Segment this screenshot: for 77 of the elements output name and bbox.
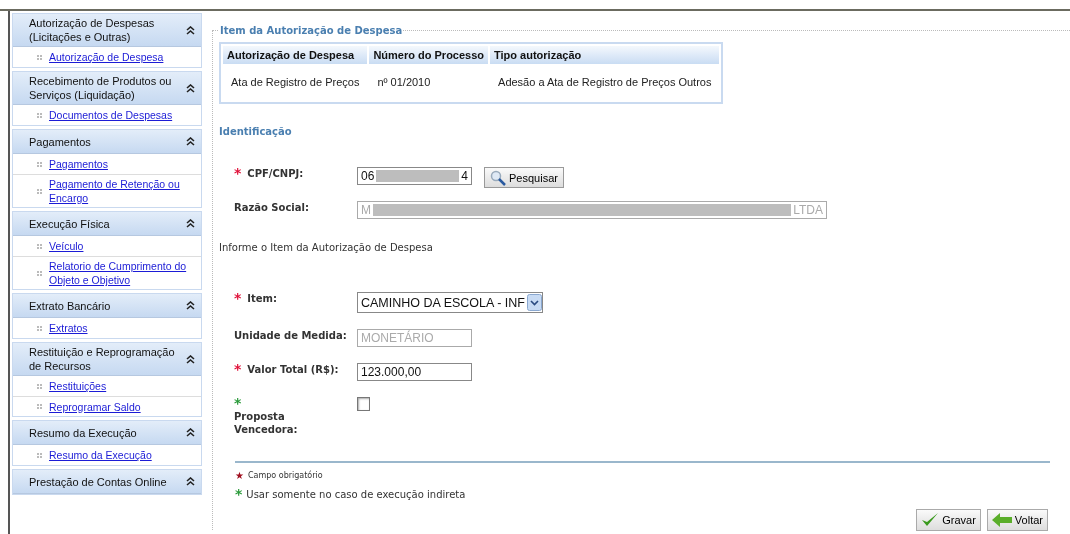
table-cell-text: Ata de Registro de Preços (230, 75, 361, 90)
required-mark: * (234, 397, 242, 410)
field-label: Unidade de Medida: (234, 329, 347, 342)
double-chevron-up-icon (186, 83, 195, 93)
double-chevron-up-icon (186, 301, 195, 310)
bullet-icon (37, 188, 42, 194)
field-label: CPF/CNPJ: (247, 167, 304, 180)
menu-group-title: Prestação de Contas Online (29, 474, 167, 489)
menu-group-header[interactable]: Extrato Bancário (13, 294, 201, 318)
menu-group-title: Recebimento de Produtos ou Serviços (Liquidação) (29, 74, 173, 102)
bullet-icon (37, 54, 42, 60)
menu-group-title: Execução Física (29, 216, 110, 231)
menu-link[interactable]: Resumo da Execução (49, 448, 152, 462)
required-mark: * (234, 363, 242, 376)
menu-group-title: Extrato Bancário (29, 298, 111, 313)
search-button[interactable]: Pesquisar (484, 167, 564, 188)
search-icon (490, 169, 506, 186)
menu-link[interactable]: Documentos de Despesas (49, 108, 173, 122)
field-label: Item: (247, 292, 278, 305)
double-chevron-up-icon (186, 219, 195, 228)
menu-link[interactable]: Veículo (49, 239, 84, 253)
bullet-icon (37, 383, 42, 389)
column-header: Número do Processo (369, 46, 489, 64)
left-arrow-icon (991, 513, 1012, 527)
save-button[interactable]: Gravar (916, 509, 981, 531)
table-cell-text: nº 01/2010 (376, 75, 432, 90)
instruction-text: Informe o Item da Autorização de Despesa (219, 242, 433, 253)
bullet-icon (37, 112, 42, 118)
double-chevron-up-icon (186, 428, 195, 437)
menu-group-header[interactable]: Recebimento de Produtos ou Serviços (Liquidação) (13, 72, 201, 105)
menu-link[interactable]: Relatorio de Cumprimento do Objeto e Objetivo (49, 259, 197, 287)
double-chevron-up-icon (186, 137, 195, 146)
panel-title: Item da Autorização de Despesa (219, 25, 404, 36)
required-mark: ★ (235, 469, 244, 482)
bullet-icon (37, 243, 42, 249)
menu-link[interactable]: Extratos (49, 321, 88, 335)
menu-group-title: Resumo da Execução (29, 425, 137, 440)
double-chevron-up-icon (186, 354, 195, 364)
legend-note: Usar somente no caso de execução indireta (246, 489, 466, 500)
menu-link[interactable]: Restituições (49, 379, 107, 393)
checkbox[interactable] (357, 397, 370, 411)
menu-group-header[interactable]: Autorização de Despesas (Licitações e Outras) (13, 14, 201, 47)
column-header: Tipo autorização (490, 46, 720, 64)
input-field[interactable]: 06 4 (357, 167, 472, 185)
field-label: Proposta Vencedora: (234, 410, 299, 436)
section-title: Identificação (219, 126, 293, 137)
bullet-icon (37, 270, 42, 276)
bullet-icon (37, 161, 42, 167)
double-chevron-up-icon (186, 25, 195, 35)
field-label: Valor Total (R$): (247, 363, 339, 376)
required-mark: * (234, 167, 242, 180)
bullet-icon (37, 452, 42, 458)
menu-group-title: Restituição e Reprogramação de Recursos (29, 345, 176, 373)
required-mark: * (234, 292, 242, 305)
legend-note: Campo obrigatório (247, 471, 323, 480)
table-cell-text: Adesão a Ata de Registro de Preços Outros (497, 75, 713, 90)
menu-link[interactable]: Pagamento de Retenção ou Encargo (49, 177, 197, 205)
menu-group-header[interactable]: Execução Física (13, 212, 201, 236)
checkmark-icon (921, 512, 940, 528)
menu-link[interactable]: Pagamentos (49, 157, 108, 171)
item-select[interactable]: CAMINHO DA ESCOLA - INF (357, 292, 543, 313)
menu-group-title: Pagamentos (29, 134, 91, 149)
menu-group-header[interactable]: Pagamentos (13, 130, 201, 154)
column-header: Autorização de Despesa (223, 46, 368, 64)
menu-group-header[interactable]: Restituição e Reprogramação de Recursos (13, 343, 201, 376)
input-field[interactable]: 123.000,00 (357, 363, 472, 381)
bullet-icon (37, 404, 42, 409)
back-button[interactable]: Voltar (986, 509, 1048, 531)
menu-group-header[interactable]: Prestação de Contas Online (13, 470, 201, 494)
required-mark: * (235, 488, 243, 501)
menu-link[interactable]: Autorização de Despesa (49, 50, 164, 64)
menu-group-header[interactable]: Resumo da Execução (13, 421, 201, 445)
bullet-icon (37, 325, 42, 331)
menu-group-title: Autorização de Despesas (Licitações e Outras) (29, 16, 156, 44)
double-chevron-up-icon (186, 477, 195, 486)
menu-link[interactable]: Reprogramar Saldo (49, 399, 141, 414)
field-label: Razão Social: (234, 201, 309, 214)
